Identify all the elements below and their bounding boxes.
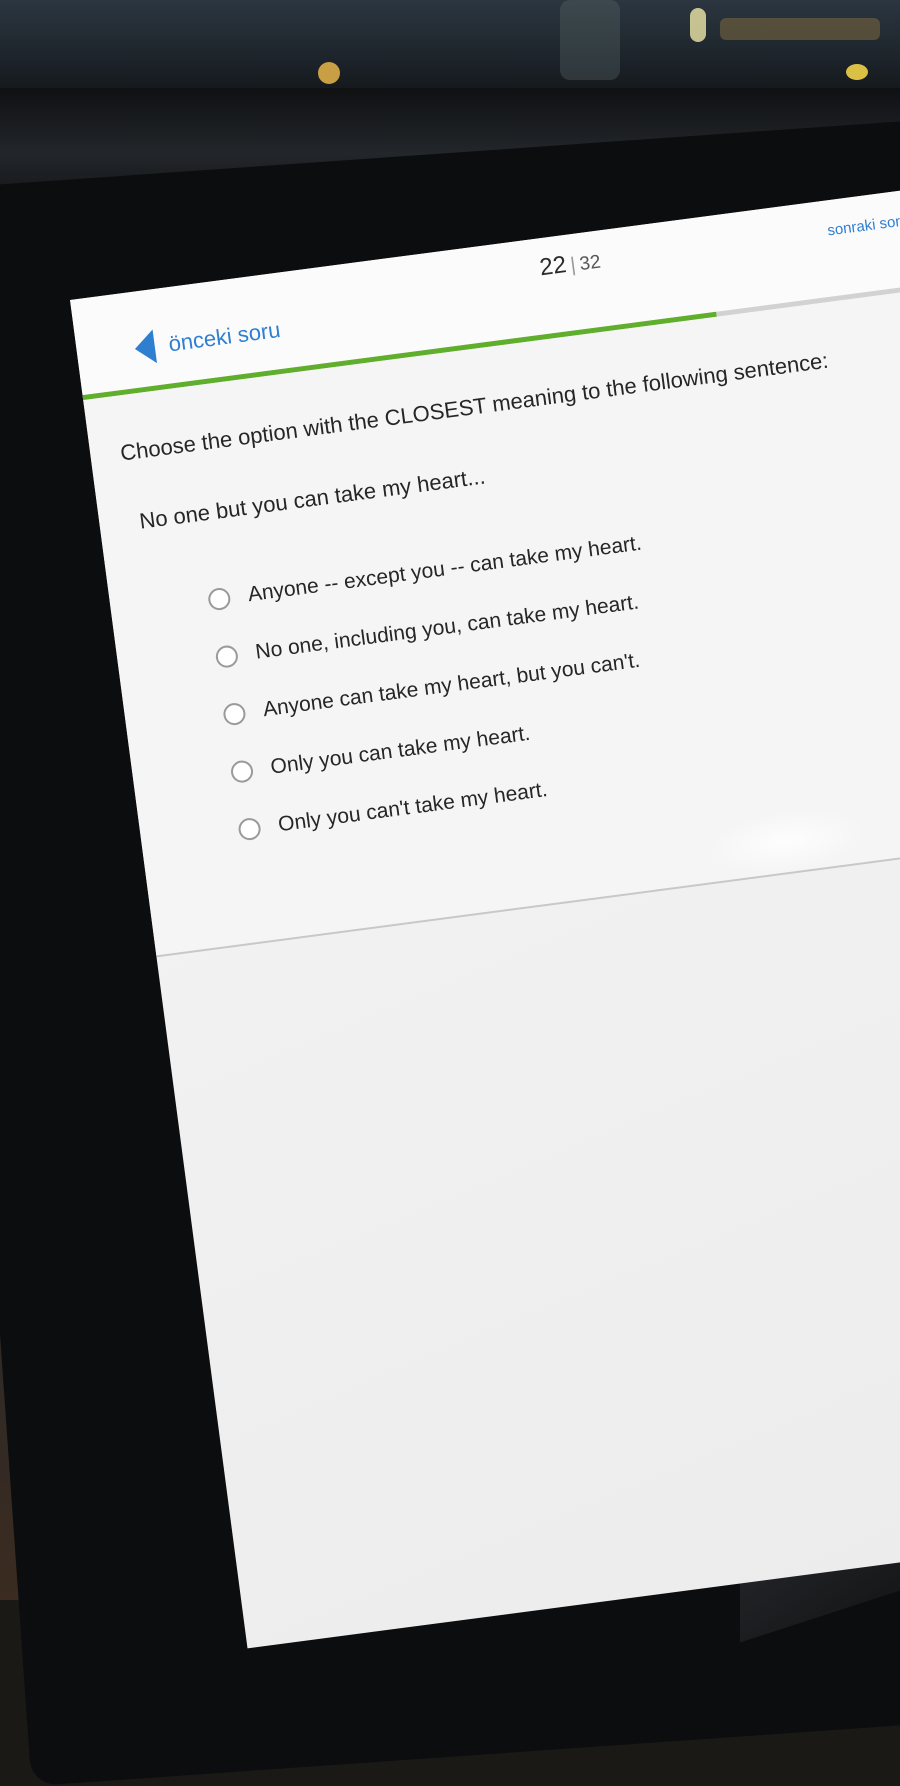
chevron-left-icon bbox=[132, 329, 157, 366]
radio-button[interactable] bbox=[237, 816, 262, 842]
previous-question-button[interactable]: önceki soru bbox=[132, 313, 283, 366]
background-light bbox=[560, 0, 620, 80]
background-scene bbox=[0, 0, 900, 90]
background-light bbox=[690, 8, 706, 42]
radio-button[interactable] bbox=[229, 759, 255, 784]
total-questions: 32 bbox=[578, 251, 602, 276]
question-counter: 22|32 bbox=[538, 247, 602, 283]
screen-glare bbox=[895, 885, 900, 938]
radio-button[interactable] bbox=[222, 701, 247, 727]
radio-button[interactable] bbox=[214, 644, 240, 669]
question-sentence: No one but you can take my heart... bbox=[137, 463, 487, 534]
answer-options: Anyone -- except you -- can take my hear… bbox=[205, 515, 676, 860]
next-question-label: sonraki soru bbox=[826, 211, 900, 239]
background-light bbox=[318, 62, 340, 84]
background-light bbox=[846, 64, 868, 80]
background-light bbox=[720, 18, 880, 40]
radio-button[interactable] bbox=[206, 586, 232, 612]
current-question-number: 22 bbox=[538, 251, 569, 282]
previous-question-label: önceki soru bbox=[166, 316, 282, 357]
next-question-button[interactable]: sonraki soru bbox=[826, 205, 900, 243]
counter-separator: | bbox=[569, 253, 578, 277]
